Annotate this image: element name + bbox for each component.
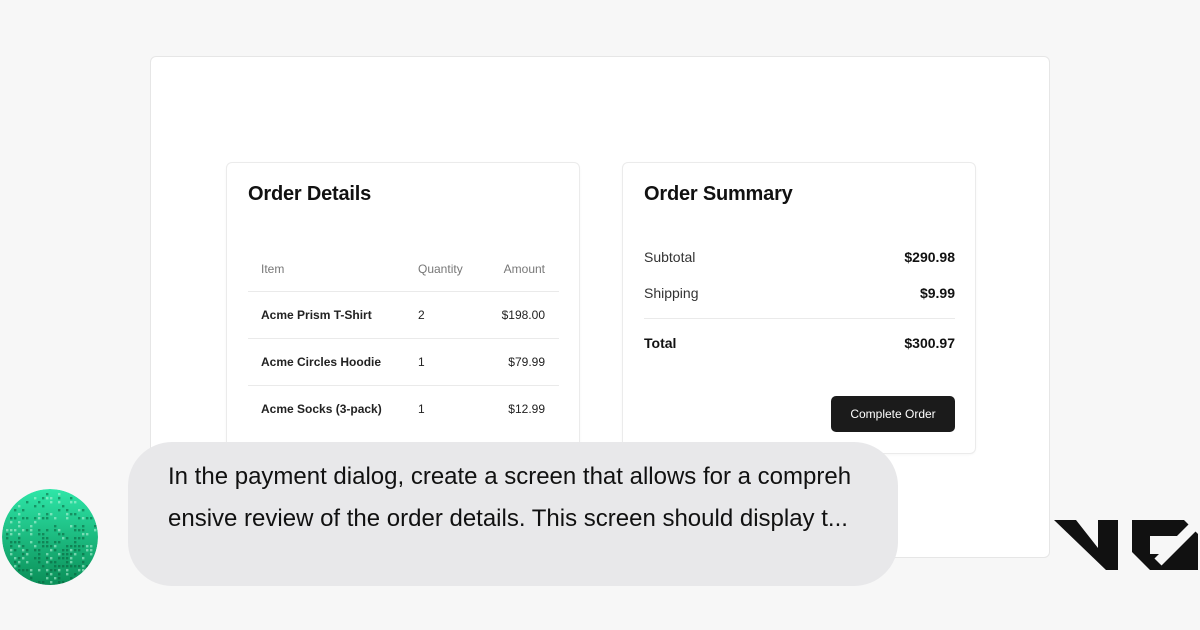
table-row: Acme Prism T-Shirt 2 $198.00 [248, 292, 559, 339]
total-value: $300.97 [904, 335, 955, 351]
table-row: Acme Socks (3-pack) 1 $12.99 [248, 386, 559, 432]
row-item-name: Acme Socks (3-pack) [261, 402, 382, 416]
table-row: Acme Circles Hoodie 1 $79.99 [248, 339, 559, 386]
v0-logo-icon [1054, 520, 1198, 570]
chat-message-bubble: In the payment dialog, create a screen t… [128, 442, 898, 586]
chat-message-text: In the payment dialog, create a screen t… [168, 463, 852, 532]
column-header-amount: Amount [503, 262, 545, 276]
total-label: Total [644, 335, 677, 351]
row-item-amount: $198.00 [501, 308, 545, 322]
table-header: Item Quantity Amount [248, 247, 559, 292]
subtotal-label: Subtotal [644, 249, 696, 265]
row-item-quantity: 2 [418, 308, 425, 322]
shipping-row: Shipping $9.99 [644, 285, 955, 309]
shipping-label: Shipping [644, 285, 699, 301]
row-item-name: Acme Prism T-Shirt [261, 308, 372, 322]
subtotal-value: $290.98 [904, 249, 955, 265]
total-row: Total $300.97 [644, 335, 955, 359]
row-item-quantity: 1 [418, 355, 425, 369]
shipping-value: $9.99 [919, 285, 955, 301]
row-item-name: Acme Circles Hoodie [261, 355, 382, 369]
column-header-item: Item [261, 262, 285, 276]
order-items-table: Item Quantity Amount Acme Prism T-Shirt … [248, 247, 559, 432]
order-details-title: Order Details [248, 183, 372, 205]
order-details-card: Order Details Item Quantity Amount Acme … [226, 162, 580, 464]
complete-order-button[interactable]: Complete Order [831, 396, 955, 432]
row-item-amount: $79.99 [508, 355, 545, 369]
order-summary-title: Order Summary [644, 183, 793, 205]
pixel-gradient-avatar-icon [2, 489, 98, 585]
row-item-quantity: 1 [418, 402, 425, 416]
column-header-quantity: Quantity [418, 262, 463, 276]
subtotal-row: Subtotal $290.98 [644, 249, 955, 273]
order-summary-card: Order Summary Subtotal $290.98 Shipping … [622, 162, 976, 454]
summary-divider [644, 318, 955, 319]
row-item-amount: $12.99 [508, 402, 545, 416]
